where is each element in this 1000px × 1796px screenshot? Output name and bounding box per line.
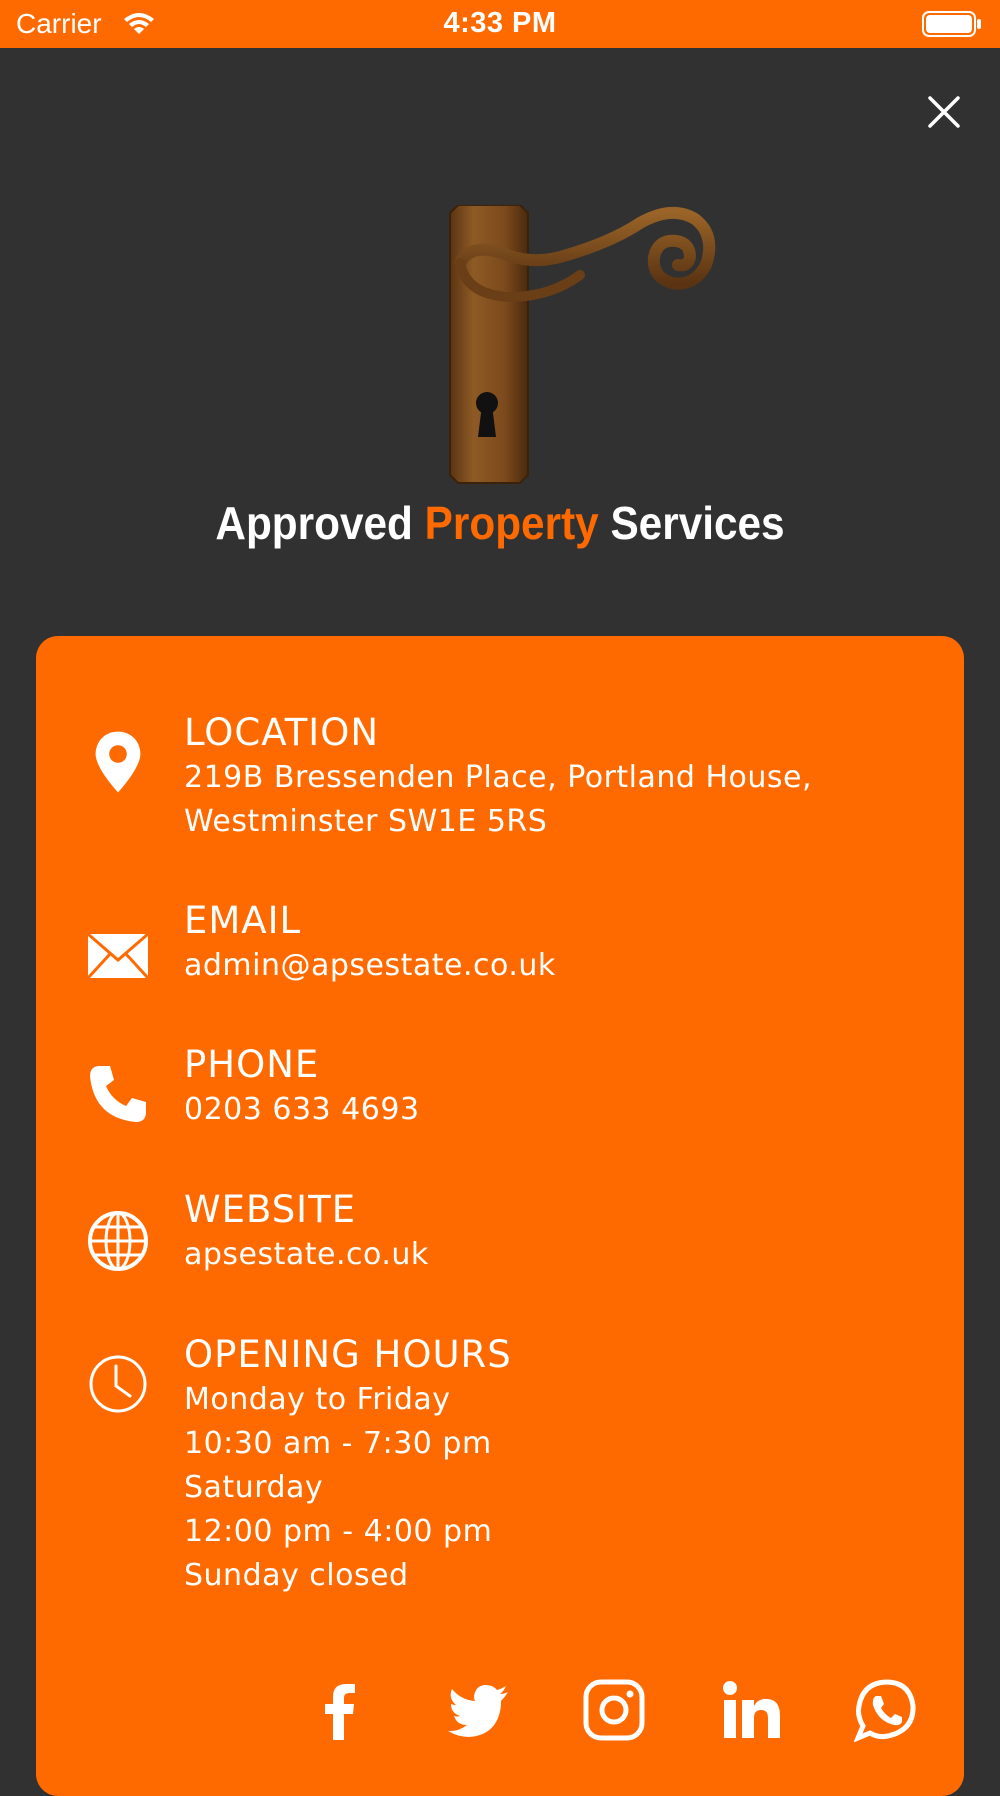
brand-part-1: Approved <box>215 497 413 549</box>
brand-part-2: Property <box>424 497 599 549</box>
website-value[interactable]: apsestate.co.uk <box>184 1233 944 1277</box>
hours-line-3: Saturday <box>184 1470 324 1505</box>
brand-name: Approved Property Services <box>40 496 960 550</box>
map-pin-icon <box>95 731 141 793</box>
phone-title: PHONE <box>184 1043 320 1086</box>
door-handle-logo <box>449 205 716 484</box>
instagram-icon[interactable] <box>582 1678 646 1742</box>
status-bar: Carrier 4:33 PM <box>0 0 1000 48</box>
hours-line-5: Sunday closed <box>184 1558 409 1593</box>
location-title: LOCATION <box>184 711 380 754</box>
location-line-2[interactable]: Westminster SW1E 5RS <box>184 800 944 844</box>
location-line-1[interactable]: 219B Bressenden Place, Portland House, <box>184 756 944 800</box>
hours-line-1: Monday to Friday <box>184 1382 451 1417</box>
hours-line-4: 12:00 pm - 4:00 pm <box>184 1514 493 1549</box>
twitter-icon[interactable] <box>446 1678 510 1742</box>
hours-text: OPENING HOURS Monday to Friday 10:30 am … <box>184 1332 944 1598</box>
email-title: EMAIL <box>184 899 302 942</box>
linkedin-icon[interactable] <box>720 1678 784 1742</box>
email-value[interactable]: admin@apsestate.co.uk <box>184 944 944 988</box>
whatsapp-icon[interactable] <box>854 1678 918 1742</box>
social-links <box>36 1678 964 1758</box>
close-icon[interactable] <box>924 92 964 132</box>
contact-card: LOCATION 219B Bressenden Place, Portland… <box>36 636 964 1796</box>
hours-line-2: 10:30 am - 7:30 pm <box>184 1426 492 1461</box>
clock-icon <box>89 1355 147 1413</box>
battery-icon <box>922 11 981 37</box>
email-text: EMAIL admin@apsestate.co.uk <box>184 898 944 988</box>
brand-part-3: Services <box>610 497 785 549</box>
facebook-icon[interactable] <box>308 1678 372 1742</box>
phone-icon <box>90 1066 146 1122</box>
phone-text: PHONE 0203 633 4693 <box>184 1042 944 1132</box>
globe-icon <box>88 1211 148 1271</box>
phone-value[interactable]: 0203 633 4693 <box>184 1088 944 1132</box>
envelope-icon <box>86 932 150 980</box>
website-text: WEBSITE apsestate.co.uk <box>184 1187 944 1277</box>
clock-time: 4:33 PM <box>443 7 557 39</box>
hours-title: OPENING HOURS <box>184 1333 512 1376</box>
location-text: LOCATION 219B Bressenden Place, Portland… <box>184 710 944 844</box>
website-title: WEBSITE <box>184 1188 357 1231</box>
